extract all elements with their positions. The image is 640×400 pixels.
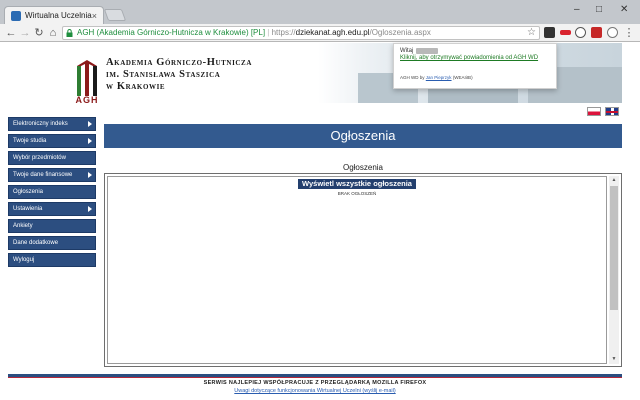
university-name: Akademia Górniczo-Hutnicza im. Stanisław… [106, 57, 252, 93]
sidebar-item-label: Ustawienia [13, 206, 43, 212]
scrollbar[interactable]: ▲ ▼ [609, 176, 619, 364]
footer-feedback-link[interactable]: Uwagi dotyczące funkcjonowania Wirtualne… [8, 388, 622, 394]
footer-divider-accent [8, 377, 622, 378]
sidebar-item[interactable]: Twoje studia [8, 134, 96, 148]
sidebar-item-label: Wybór przedmiotów [13, 155, 66, 161]
scroll-up-icon[interactable]: ▲ [609, 176, 619, 185]
url-scheme: https:// [271, 28, 296, 37]
chevron-right-icon [88, 206, 92, 212]
sidebar-item[interactable]: Ogłoszenia [8, 185, 96, 199]
author-link[interactable]: Jan Pieprzyk [426, 75, 452, 80]
extension-globe-icon[interactable] [607, 27, 618, 38]
sidebar-item-label: Twoje dane finansowe [13, 172, 73, 178]
bookmark-star-icon[interactable]: ☆ [527, 27, 536, 39]
sidebar-item-label: Wyloguj [13, 257, 35, 263]
extension-icon[interactable] [544, 27, 555, 38]
extension-flag-icon[interactable] [560, 30, 571, 35]
tab-close-icon[interactable]: × [92, 11, 97, 21]
home-icon[interactable]: ⌂ [46, 26, 60, 40]
url-host: dziekanat.agh.edu.pl [295, 28, 370, 37]
extension-shield-icon[interactable] [591, 27, 602, 38]
polish-flag-icon[interactable] [587, 107, 601, 116]
sidebar-menu: Elektroniczny indeks Twoje studia Wybór pr… [8, 117, 96, 270]
university-name-line: Akademia Górniczo-Hutnicza [106, 57, 252, 68]
notification-greeting: Witaj [400, 48, 550, 54]
secure-label: AGH (Akademia Górniczo-Hutnicza w Krakow… [77, 28, 266, 37]
sidebar-item-label: Twoje studia [13, 138, 47, 144]
page-title: Ogłoszenia [104, 124, 622, 148]
sidebar-item[interactable]: Wybór przedmiotów [8, 151, 96, 165]
notification-subscribe-link[interactable]: Kliknij, aby otrzymywać powiadomienia od… [400, 55, 550, 61]
back-icon[interactable]: ← [4, 26, 18, 40]
address-bar[interactable]: AGH (Akademia Górniczo-Hutnicza w Krakow… [62, 26, 540, 40]
scroll-thumb[interactable] [610, 186, 618, 310]
sidebar-item[interactable]: Dane dodatkowe [8, 236, 96, 250]
university-logo[interactable]: AGH Akademia Górniczo-Hutnicza im. Stani… [74, 53, 314, 109]
section-label: Ogłoszenia [342, 163, 384, 172]
url-path: /Ogloszenia.aspx [369, 28, 431, 37]
chevron-right-icon [88, 172, 92, 178]
browser-tab[interactable]: Wirtualna Uczelnia × [4, 6, 104, 24]
footer-browser-note: SERWIS NAJLEPIEJ WSPÓŁPRACUJE Z PRZEGLĄD… [203, 380, 427, 386]
sidebar-item[interactable]: Wyloguj [8, 253, 96, 267]
close-window-icon[interactable]: ✕ [620, 4, 628, 15]
tab-strip: Wirtualna Uczelnia × – □ ✕ [0, 0, 640, 24]
chevron-right-icon [88, 121, 92, 127]
browser-toolbar: ← → ↻ ⌂ AGH (Akademia Górniczo-Hutnicza … [0, 24, 640, 42]
sidebar-item-label: Elektroniczny indeks [13, 121, 68, 127]
logo-abbreviation: AGH [75, 95, 99, 105]
maximize-icon[interactable]: □ [596, 4, 602, 15]
sidebar-item-label: Ankiety [13, 223, 33, 229]
minimize-icon[interactable]: – [574, 4, 580, 15]
favicon-icon [11, 10, 21, 21]
show-all-announcements-button[interactable]: Wyświetl wszystkie ogłoszenia [298, 179, 416, 189]
sidebar-item-label: Ogłoszenia [13, 189, 44, 195]
browser-menu-icon[interactable]: ⋮ [622, 26, 636, 40]
announcements-panel: Wyświetl wszystkie ogłoszenia BRAK OGŁOS… [104, 173, 622, 367]
extension-circle-icon[interactable] [575, 27, 586, 38]
sidebar-item[interactable]: Ankiety [8, 219, 96, 233]
sidebar-item[interactable]: Ustawienia [8, 202, 96, 216]
notification-popup[interactable]: Witaj Kliknij, aby otrzymywać powiadomie… [393, 43, 557, 89]
sidebar-item[interactable]: Twoje dane finansowe [8, 168, 96, 182]
sidebar-item-label: Dane dodatkowe [13, 240, 59, 246]
sidebar-item[interactable]: Elektroniczny indeks [8, 117, 96, 131]
english-flag-icon[interactable] [605, 107, 619, 116]
announcements-list: Wyświetl wszystkie ogłoszenia BRAK OGŁOS… [107, 176, 607, 364]
notification-footer: AGH WD by Jan Pieprzyk (WEAIiIB) [400, 75, 473, 80]
scroll-down-icon[interactable]: ▼ [609, 355, 619, 364]
page: AGH Akademia Górniczo-Hutnicza im. Stani… [0, 43, 640, 400]
reload-icon[interactable]: ↻ [32, 26, 46, 40]
new-tab-button[interactable] [103, 9, 127, 21]
redacted-username [416, 48, 439, 54]
no-announcements-text: BRAK OGŁOSZEŃ [337, 191, 377, 196]
tab-title: Wirtualna Uczelnia [25, 11, 92, 20]
university-name-line: im. Stanisława Staszica [106, 69, 221, 80]
lock-icon [66, 29, 73, 37]
forward-icon[interactable]: → [18, 26, 32, 40]
university-name-line: w Krakowie [106, 81, 166, 92]
chevron-right-icon [88, 138, 92, 144]
